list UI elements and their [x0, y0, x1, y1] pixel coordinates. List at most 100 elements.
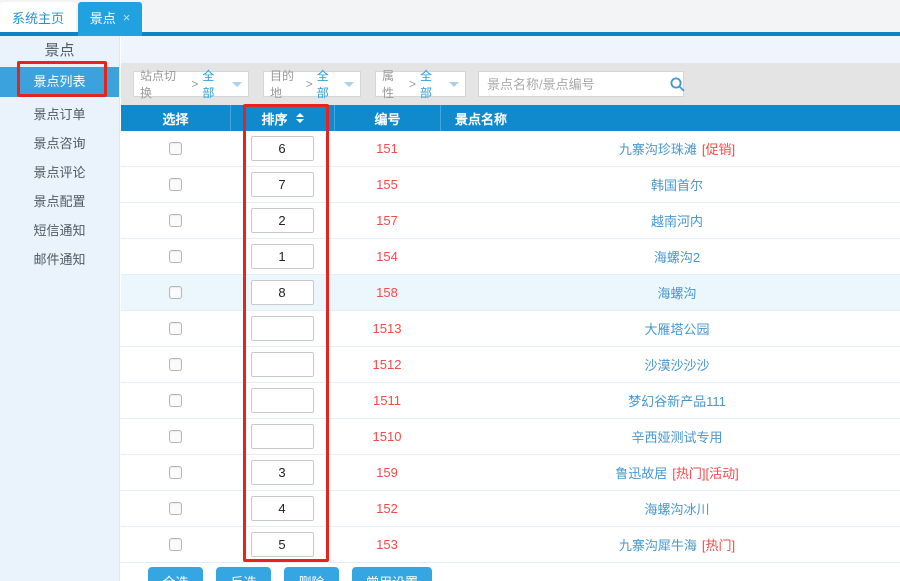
- sort-cell: [230, 167, 334, 202]
- scenic-name-link[interactable]: 海螺沟冰川: [644, 499, 709, 518]
- sort-order-input[interactable]: [251, 388, 314, 413]
- sidebar: 景点 景点列表 景点订单景点咨询景点评论景点配置短信通知邮件通知: [0, 36, 120, 581]
- close-icon[interactable]: ×: [123, 11, 131, 24]
- row-checkbox[interactable]: [169, 142, 182, 155]
- action-button[interactable]: 反选: [216, 567, 271, 581]
- dropdown-label: 站点切换: [140, 67, 187, 101]
- sidebar-item[interactable]: 景点配置: [0, 187, 119, 216]
- scenic-code: 153: [376, 537, 398, 552]
- sort-cell: [230, 311, 334, 346]
- dropdown-separator: >: [306, 77, 313, 91]
- scenic-code: 1511: [373, 393, 401, 408]
- scenic-name-link[interactable]: 九寨沟珍珠滩: [619, 139, 697, 158]
- dropdown-separator: >: [191, 77, 198, 91]
- sort-order-input[interactable]: [251, 424, 314, 449]
- table-row: 1510 辛西娅测试专用: [121, 419, 900, 455]
- dropdown-value: 全部: [202, 67, 226, 101]
- scenic-code: 1510: [373, 429, 402, 444]
- table-row: 157 越南河内: [121, 203, 900, 239]
- sidebar-item[interactable]: 景点咨询: [0, 129, 119, 158]
- scenic-name-link[interactable]: 九寨沟犀牛海: [619, 535, 697, 554]
- row-checkbox[interactable]: [169, 250, 182, 263]
- sort-order-input[interactable]: [251, 352, 314, 377]
- sort-order-input[interactable]: [251, 280, 314, 305]
- dropdown-label: 属性: [382, 67, 405, 101]
- sidebar-item-scenic-list[interactable]: 景点列表: [0, 67, 119, 97]
- row-checkbox[interactable]: [169, 178, 182, 191]
- code-cell: 152: [334, 491, 440, 526]
- scenic-code: 1513: [373, 321, 402, 336]
- sort-order-input[interactable]: [251, 460, 314, 485]
- action-button[interactable]: 删除: [284, 567, 339, 581]
- row-checkbox[interactable]: [169, 214, 182, 227]
- sort-order-input[interactable]: [251, 208, 314, 233]
- filter-dropdown[interactable]: 站点切换>全部: [133, 71, 249, 97]
- select-cell: [121, 383, 230, 418]
- name-cell: 大雁塔公园: [440, 311, 900, 346]
- select-cell: [121, 131, 230, 166]
- header-select: 选择: [121, 105, 230, 131]
- sort-order-input[interactable]: [251, 532, 314, 557]
- scenic-name-link[interactable]: 海螺沟2: [654, 247, 700, 266]
- table-row: 1512 沙漠沙沙沙: [121, 347, 900, 383]
- scenic-name-link[interactable]: 梦幻谷新产品111: [628, 391, 726, 410]
- row-checkbox[interactable]: [169, 286, 182, 299]
- filter-dropdown[interactable]: 目的地>全部: [263, 71, 361, 97]
- scenic-name-link[interactable]: 大雁塔公园: [644, 319, 709, 338]
- row-checkbox[interactable]: [169, 502, 182, 515]
- tab-system-home-label: 系统主页: [12, 8, 64, 27]
- sidebar-item[interactable]: 景点订单: [0, 100, 119, 129]
- row-checkbox[interactable]: [169, 538, 182, 551]
- main-content: 站点切换>全部目的地>全部属性>全部 选择 排序 编号 景点名: [121, 36, 900, 581]
- name-cell: 九寨沟珍珠滩 [促销]: [440, 131, 900, 166]
- name-cell: 越南河内: [440, 203, 900, 238]
- scenic-code: 1512: [373, 357, 402, 372]
- sort-order-input[interactable]: [251, 316, 314, 341]
- row-checkbox[interactable]: [169, 358, 182, 371]
- select-cell: [121, 239, 230, 274]
- code-cell: 151: [334, 131, 440, 166]
- sort-order-input[interactable]: [251, 244, 314, 269]
- name-cell: 海螺沟冰川: [440, 491, 900, 526]
- table-row: 154 海螺沟2: [121, 239, 900, 275]
- sort-arrows-icon[interactable]: [296, 113, 304, 123]
- sort-order-input[interactable]: [251, 496, 314, 521]
- code-cell: 1511: [334, 383, 440, 418]
- sort-order-input[interactable]: [251, 172, 314, 197]
- header-sort[interactable]: 排序: [230, 105, 334, 131]
- sidebar-item[interactable]: 景点评论: [0, 158, 119, 187]
- action-button[interactable]: 全选: [148, 567, 203, 581]
- sort-order-input[interactable]: [251, 136, 314, 161]
- sidebar-menu: 景点订单景点咨询景点评论景点配置短信通知邮件通知: [0, 100, 119, 274]
- row-checkbox[interactable]: [169, 430, 182, 443]
- select-cell: [121, 491, 230, 526]
- code-cell: 158: [334, 275, 440, 310]
- row-checkbox[interactable]: [169, 466, 182, 479]
- app-window: 系统主页 景点 × 景点 景点列表 景点订单景点咨询景点评论景点配置短信通知邮件…: [0, 0, 900, 581]
- tab-system-home[interactable]: 系统主页: [0, 2, 76, 32]
- sort-cell: [230, 203, 334, 238]
- scenic-name-link[interactable]: 辛西娅测试专用: [631, 427, 722, 446]
- filter-dropdown[interactable]: 属性>全部: [375, 71, 466, 97]
- sort-cell: [230, 491, 334, 526]
- select-cell: [121, 419, 230, 454]
- scenic-name-link[interactable]: 越南河内: [651, 211, 703, 230]
- name-cell: 九寨沟犀牛海 [热门]: [440, 527, 900, 562]
- scenic-name-link[interactable]: 沙漠沙沙沙: [644, 355, 709, 374]
- tab-scenic-spots[interactable]: 景点 ×: [78, 2, 142, 32]
- scenic-name-link[interactable]: 海螺沟: [657, 283, 696, 302]
- table-row: 159 鲁迅故居 [热门][活动]: [121, 455, 900, 491]
- row-checkbox[interactable]: [169, 322, 182, 335]
- action-button[interactable]: 常用设置: [352, 567, 432, 581]
- search-input[interactable]: [479, 72, 669, 96]
- table-row: 1513 大雁塔公园: [121, 311, 900, 347]
- row-checkbox[interactable]: [169, 394, 182, 407]
- search-icon[interactable]: [669, 76, 686, 93]
- scenic-name-link[interactable]: 韩国首尔: [651, 175, 703, 194]
- name-cell: 海螺沟: [440, 275, 900, 310]
- sidebar-item[interactable]: 邮件通知: [0, 245, 119, 274]
- scenic-code: 159: [376, 465, 398, 480]
- scenic-name-link[interactable]: 鲁迅故居: [615, 463, 667, 482]
- header-sort-label: 排序: [261, 109, 287, 128]
- sidebar-item[interactable]: 短信通知: [0, 216, 119, 245]
